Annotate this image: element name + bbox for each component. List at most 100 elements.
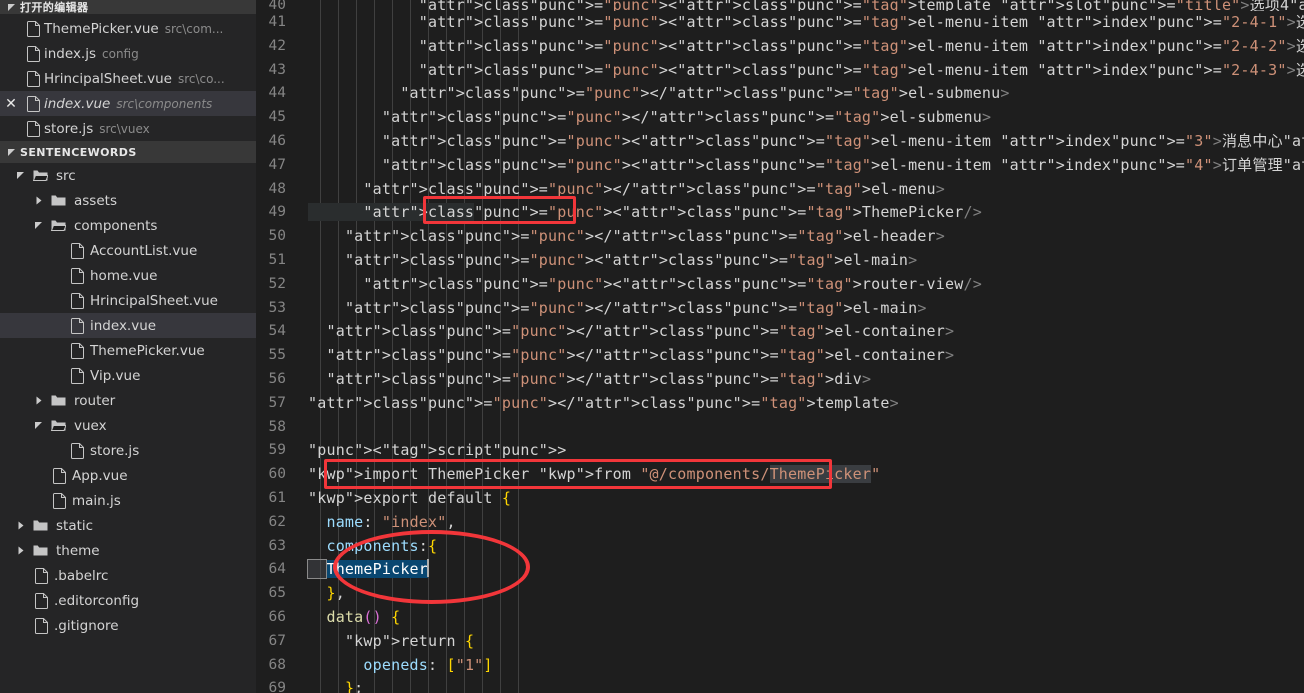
- project-folder-header[interactable]: SENTENCEWORDS: [0, 141, 256, 163]
- code-line[interactable]: 45 "attr">class"punc">="punc"></"attr">c…: [256, 106, 1304, 130]
- code-text[interactable]: "kwp">export default {: [308, 487, 1304, 511]
- code-line[interactable]: 64 ThemePicker: [256, 558, 1304, 582]
- open-editor-item-active[interactable]: ✕ index.vue src\components: [0, 91, 256, 116]
- code-line[interactable]: 69 };: [256, 677, 1304, 693]
- code-text[interactable]: "attr">class"punc">="punc"></"attr">clas…: [308, 368, 1304, 392]
- tree-file-Appvue[interactable]: App.vue: [0, 463, 256, 488]
- code-text[interactable]: ThemePicker: [306, 558, 1304, 582]
- open-editor-item[interactable]: ThemePicker.vue src\com...: [0, 16, 256, 41]
- open-editors-header[interactable]: 打开的编辑器: [0, 0, 256, 14]
- code-line[interactable]: 65 },: [256, 582, 1304, 606]
- code-text[interactable]: "attr">class"punc">="punc"></"attr">clas…: [308, 82, 1304, 106]
- tree-file-homevue[interactable]: home.vue: [0, 263, 256, 288]
- code-line[interactable]: 59 "punc"><"tag">script"punc">>: [256, 439, 1304, 463]
- code-text[interactable]: };: [308, 677, 1304, 693]
- code-line[interactable]: 56 "attr">class"punc">="punc"></"attr">c…: [256, 368, 1304, 392]
- tree-file-storejs[interactable]: store.js: [0, 438, 256, 463]
- tree-file-babelrc[interactable]: .babelrc: [0, 563, 256, 588]
- code-line[interactable]: 43 "attr">class"punc">="punc"><"attr">cl…: [256, 59, 1304, 83]
- chevron-right-icon[interactable]: [12, 546, 30, 555]
- open-editor-item[interactable]: store.js src\vuex: [0, 116, 256, 141]
- code-line[interactable]: 49 "attr">class"punc">="punc"><"attr">cl…: [256, 201, 1304, 225]
- code-text[interactable]: "attr">class"punc">="punc"><"attr">class…: [308, 130, 1304, 154]
- code-editor[interactable]: 40 "attr">class"punc">="punc"><"attr">cl…: [256, 0, 1304, 693]
- tree-file-Vipvue[interactable]: Vip.vue: [0, 363, 256, 388]
- tree-folder-assets[interactable]: assets: [0, 188, 256, 213]
- code-text[interactable]: name: "index",: [308, 511, 1304, 535]
- code-text[interactable]: "attr">class"punc">="punc"><"attr">class…: [308, 35, 1304, 59]
- code-text[interactable]: "attr">class"punc">="punc"><"attr">class…: [308, 11, 1304, 35]
- line-number: 58: [268, 418, 286, 435]
- tree-item-label: home.vue: [90, 267, 158, 284]
- code-text[interactable]: "attr">class"punc">="punc"></"attr">clas…: [308, 320, 1304, 344]
- code-text[interactable]: "attr">class"punc">="punc"><"attr">class…: [308, 249, 1304, 273]
- code-text[interactable]: "kwp">import ThemePicker "kwp">from "@/c…: [308, 463, 1304, 487]
- code-text[interactable]: "attr">class"punc">="punc"><"attr">class…: [308, 0, 1304, 11]
- tree-folder-router[interactable]: router: [0, 388, 256, 413]
- code-text[interactable]: "attr">class"punc">="punc"><"attr">class…: [308, 201, 1304, 225]
- code-text[interactable]: openeds: ["1"]: [308, 654, 1304, 678]
- tree-folder-theme[interactable]: theme: [0, 538, 256, 563]
- code-text[interactable]: },: [308, 582, 1304, 606]
- tree-folder-src[interactable]: src: [0, 163, 256, 188]
- tree-folder-components[interactable]: components: [0, 213, 256, 238]
- tree-folder-static[interactable]: static: [0, 513, 256, 538]
- code-text[interactable]: "attr">class"punc">="punc"></"attr">clas…: [308, 225, 1304, 249]
- code-text[interactable]: "attr">class"punc">="punc"></"attr">clas…: [308, 344, 1304, 368]
- tree-file-editorconfig[interactable]: .editorconfig: [0, 588, 256, 613]
- code-text[interactable]: components:{: [308, 535, 1304, 559]
- code-line[interactable]: 67 "kwp">return {: [256, 630, 1304, 654]
- code-text[interactable]: "attr">class"punc">="punc"></"attr">clas…: [308, 297, 1304, 321]
- code-text[interactable]: "attr">class"punc">="punc"></"attr">clas…: [308, 178, 1304, 202]
- code-text[interactable]: "punc"><"tag">script"punc">>: [308, 439, 1304, 463]
- chevron-right-icon[interactable]: [30, 196, 48, 205]
- code-line[interactable]: 40 "attr">class"punc">="punc"><"attr">cl…: [256, 0, 1304, 11]
- code-line[interactable]: 61 "kwp">export default {: [256, 487, 1304, 511]
- tree-file-AccountListvue[interactable]: AccountList.vue: [0, 238, 256, 263]
- tree-file-mainjs[interactable]: main.js: [0, 488, 256, 513]
- code-text[interactable]: "attr">class"punc">="punc"><"attr">class…: [308, 154, 1304, 178]
- code-line[interactable]: 41 "attr">class"punc">="punc"><"attr">cl…: [256, 11, 1304, 35]
- chevron-down-icon[interactable]: [12, 171, 30, 180]
- code-line[interactable]: 47 "attr">class"punc">="punc"><"attr">cl…: [256, 154, 1304, 178]
- code-line[interactable]: 60 "kwp">import ThemePicker "kwp">from "@…: [256, 463, 1304, 487]
- chevron-down-icon[interactable]: [30, 421, 48, 430]
- code-line[interactable]: 51 "attr">class"punc">="punc"><"attr">cl…: [256, 249, 1304, 273]
- tree-file-indexvue[interactable]: index.vue: [0, 313, 256, 338]
- code-line[interactable]: 52 "attr">class"punc">="punc"><"attr">cl…: [256, 273, 1304, 297]
- code-line[interactable]: 53 "attr">class"punc">="punc"></"attr">c…: [256, 297, 1304, 321]
- code-text[interactable]: data() {: [308, 606, 1304, 630]
- code-line[interactable]: 54 "attr">class"punc">="punc"></"attr">c…: [256, 320, 1304, 344]
- code-text[interactable]: "kwp">return {: [308, 630, 1304, 654]
- tree-file-gitignore[interactable]: .gitignore: [0, 613, 256, 638]
- code-text[interactable]: "attr">class"punc">="punc"><"attr">class…: [308, 59, 1304, 83]
- chevron-right-icon[interactable]: [12, 521, 30, 530]
- code-line[interactable]: 44 "attr">class"punc">="punc"></"attr">c…: [256, 82, 1304, 106]
- code-line[interactable]: 62 name: "index",: [256, 511, 1304, 535]
- code-line[interactable]: 55 "attr">class"punc">="punc"></"attr">c…: [256, 344, 1304, 368]
- close-icon[interactable]: ✕: [0, 96, 22, 112]
- code-text[interactable]: "attr">class"punc">="punc"><"attr">class…: [308, 273, 1304, 297]
- code-line[interactable]: 63 components:{: [256, 535, 1304, 559]
- open-editor-item[interactable]: HrincipalSheet.vue src\co...: [0, 66, 256, 91]
- code-line[interactable]: 66 data() {: [256, 606, 1304, 630]
- open-editor-item[interactable]: index.js config: [0, 41, 256, 66]
- code-line[interactable]: 68 openeds: ["1"]: [256, 654, 1304, 678]
- code-line[interactable]: 58: [256, 416, 1304, 440]
- code-line[interactable]: 42 "attr">class"punc">="punc"><"attr">cl…: [256, 35, 1304, 59]
- code-lines[interactable]: 40 "attr">class"punc">="punc"><"attr">cl…: [256, 0, 1304, 693]
- chevron-down-icon[interactable]: [30, 221, 48, 230]
- tree-file-ThemePickervue[interactable]: ThemePicker.vue: [0, 338, 256, 363]
- code-line[interactable]: 57 "attr">class"punc">="punc"></"attr">cl…: [256, 392, 1304, 416]
- code-line[interactable]: 48 "attr">class"punc">="punc"></"attr">c…: [256, 178, 1304, 202]
- tree-file-HrincipalSheetvue[interactable]: HrincipalSheet.vue: [0, 288, 256, 313]
- open-editor-name: index.js: [44, 45, 97, 62]
- line-number: 42: [268, 37, 286, 54]
- code-line[interactable]: 50 "attr">class"punc">="punc"></"attr">c…: [256, 225, 1304, 249]
- tree-folder-vuex[interactable]: vuex: [0, 413, 256, 438]
- chevron-right-icon[interactable]: [30, 396, 48, 405]
- code-text[interactable]: "attr">class"punc">="punc"></"attr">clas…: [308, 392, 1304, 416]
- tree-item-label: main.js: [72, 492, 121, 509]
- code-line[interactable]: 46 "attr">class"punc">="punc"><"attr">cl…: [256, 130, 1304, 154]
- code-text[interactable]: "attr">class"punc">="punc"></"attr">clas…: [308, 106, 1304, 130]
